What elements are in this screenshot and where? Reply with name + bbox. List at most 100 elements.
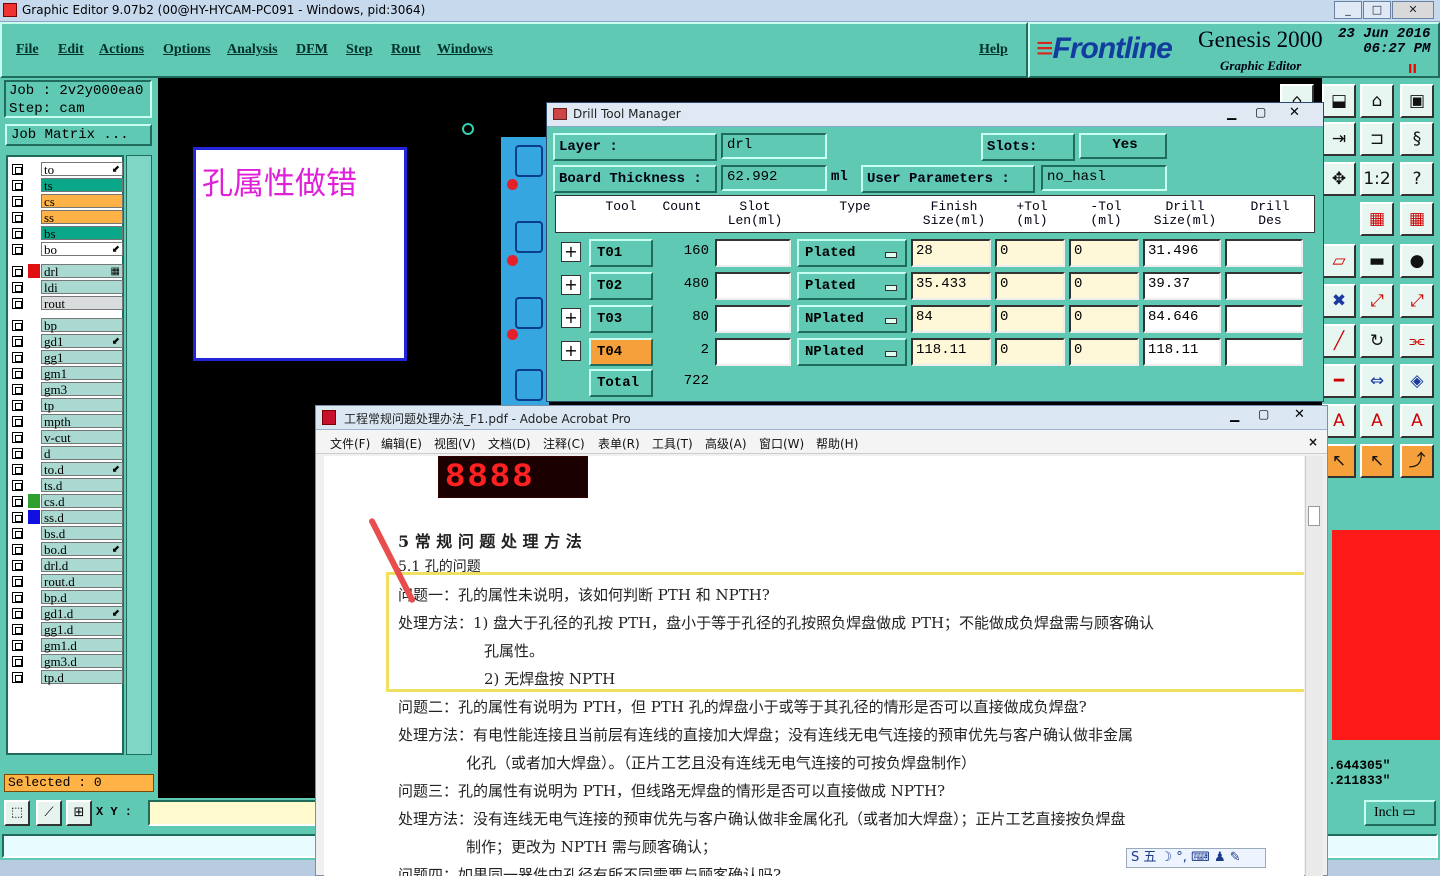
layer-name[interactable]: drl ▦: [41, 264, 123, 279]
layer-checkbox[interactable]: [12, 352, 23, 363]
plus-tol-input[interactable]: 0: [995, 272, 1065, 300]
layer-checkbox[interactable]: [12, 320, 23, 331]
scale-icon[interactable]: 1:2: [1360, 162, 1394, 196]
layer-row-gd1[interactable]: gd1 ⬋: [8, 333, 123, 349]
cross-icon[interactable]: ✖: [1322, 284, 1356, 318]
user-parameters-field[interactable]: no_hasl: [1041, 165, 1167, 191]
xy-input[interactable]: [148, 800, 318, 826]
layer-row-rout-d[interactable]: rout.d: [8, 573, 123, 589]
drill-des-input[interactable]: [1225, 272, 1303, 300]
dtm-maximize-button[interactable]: ▢: [1255, 105, 1266, 119]
layer-checkbox[interactable]: [12, 512, 23, 523]
layer-checkbox[interactable]: [12, 560, 23, 571]
layer-checkbox[interactable]: [12, 464, 23, 475]
layer-name[interactable]: d: [41, 446, 123, 461]
menu-step[interactable]: Step: [346, 42, 372, 58]
layer-row-bp-d[interactable]: bp.d: [8, 589, 123, 605]
layer-row-gm1-d[interactable]: gm1.d: [8, 637, 123, 653]
acro-doc-close-button[interactable]: ×: [1308, 435, 1318, 449]
minus-tol-input[interactable]: 0: [1069, 239, 1139, 267]
finish-size-input[interactable]: 35.433: [911, 272, 991, 300]
dot-icon[interactable]: ●: [1400, 244, 1434, 278]
save-icon[interactable]: ⬓: [1322, 84, 1356, 118]
layer-checkbox[interactable]: [12, 624, 23, 635]
layer-name[interactable]: rout: [41, 296, 123, 311]
layer-row-to-d[interactable]: to.d ⬋: [8, 461, 123, 477]
grid-icon[interactable]: ⊞: [66, 800, 92, 826]
acro-menu-document[interactable]: 文档(D): [488, 435, 531, 452]
snap-icon[interactable]: ⇥: [1322, 122, 1356, 156]
plus-tol-input[interactable]: 0: [995, 338, 1065, 366]
pdf-vertical-scrollbar[interactable]: [1305, 456, 1323, 876]
layer-name[interactable]: ts: [41, 178, 123, 193]
menu-file[interactable]: File: [16, 42, 39, 58]
tool-name[interactable]: T02: [589, 272, 653, 300]
text-a2-icon[interactable]: A: [1360, 404, 1394, 438]
layer-checkbox[interactable]: [12, 266, 23, 277]
house-icon[interactable]: ⌂: [1360, 84, 1394, 118]
layer-checkbox[interactable]: [12, 368, 23, 379]
move-icon[interactable]: ⇔: [1360, 364, 1394, 398]
drill-des-input[interactable]: [1225, 239, 1303, 267]
menu-rout[interactable]: Rout: [391, 42, 421, 58]
layer-name[interactable]: to ⬋: [41, 162, 123, 177]
select-icon[interactable]: ↖: [1360, 444, 1394, 478]
acro-menu-advanced[interactable]: 高级(A): [705, 435, 747, 452]
shapes-icon[interactable]: ◈: [1400, 364, 1434, 398]
layer-name[interactable]: tp.d: [41, 670, 123, 685]
acro-menu-window[interactable]: 窗口(W): [759, 435, 804, 452]
layer-checkbox[interactable]: [12, 416, 23, 427]
layer-row-mpth[interactable]: mpth: [8, 413, 123, 429]
layer-name[interactable]: bp.d: [41, 590, 123, 605]
layer-name[interactable]: gm1.d: [41, 638, 123, 653]
layer-select-icon[interactable]: ▦: [1400, 202, 1434, 236]
layer-checkbox[interactable]: [12, 592, 23, 603]
layer-checkbox[interactable]: [12, 432, 23, 443]
layer-row-gm1[interactable]: gm1: [8, 365, 123, 381]
line-icon[interactable]: ╱: [1322, 324, 1356, 358]
layer-name[interactable]: ts.d: [41, 478, 123, 493]
link-icon[interactable]: ⤢: [1400, 284, 1434, 318]
acro-menu-forms[interactable]: 表单(R): [598, 435, 640, 452]
layer-name[interactable]: ss.d: [41, 510, 123, 525]
layer-checkbox[interactable]: [12, 656, 23, 667]
type-select[interactable]: Plated: [797, 239, 907, 267]
layer-row-bs-d[interactable]: bs.d: [8, 525, 123, 541]
finish-size-input[interactable]: 118.11: [911, 338, 991, 366]
layer-name[interactable]: gm3: [41, 382, 123, 397]
layer-checkbox[interactable]: [12, 336, 23, 347]
s-curve-icon[interactable]: §: [1400, 122, 1434, 156]
menu-windows[interactable]: Windows: [437, 42, 493, 58]
expand-icon[interactable]: +: [561, 341, 581, 361]
layer-row-drl[interactable]: drl ▦: [8, 263, 123, 279]
hline-icon[interactable]: ━: [1322, 364, 1356, 398]
layer-name[interactable]: v-cut: [41, 430, 123, 445]
drill-des-input[interactable]: [1225, 338, 1303, 366]
minimize-button[interactable]: _: [1334, 1, 1362, 19]
rectangle-icon[interactable]: ▱: [1322, 244, 1356, 278]
layer-grid-icon[interactable]: ▦: [1360, 202, 1394, 236]
acro-menu-tools[interactable]: 工具(T): [652, 435, 693, 452]
finish-size-input[interactable]: 28: [911, 239, 991, 267]
layer-name[interactable]: gd1.d ⬋: [41, 606, 123, 621]
layer-row-ldi[interactable]: ldi: [8, 279, 123, 295]
layer-name[interactable]: bp: [41, 318, 123, 333]
layer-name[interactable]: tp: [41, 398, 123, 413]
layer-row-ss-d[interactable]: ss.d: [8, 509, 123, 525]
layer-row-rout[interactable]: rout: [8, 295, 123, 311]
window-icon[interactable]: ▣: [1400, 84, 1434, 118]
layer-name[interactable]: gm3.d: [41, 654, 123, 669]
plus-tol-input[interactable]: 0: [995, 239, 1065, 267]
slot-length-input[interactable]: [715, 305, 791, 333]
layer-row-ss[interactable]: ss: [8, 209, 123, 225]
menu-help[interactable]: Help: [979, 42, 1008, 58]
layer-row-ts-d[interactable]: ts.d: [8, 477, 123, 493]
menu-actions[interactable]: Actions: [99, 42, 144, 58]
layer-checkbox[interactable]: [12, 448, 23, 459]
type-select[interactable]: NPlated: [797, 305, 907, 333]
drill-size-input[interactable]: 118.11: [1143, 338, 1221, 366]
acro-maximize-button[interactable]: ▢: [1258, 407, 1269, 421]
text-a3-icon[interactable]: A: [1400, 404, 1434, 438]
drill-size-input[interactable]: 39.37: [1143, 272, 1221, 300]
layer-row-to[interactable]: to ⬋: [8, 161, 123, 177]
